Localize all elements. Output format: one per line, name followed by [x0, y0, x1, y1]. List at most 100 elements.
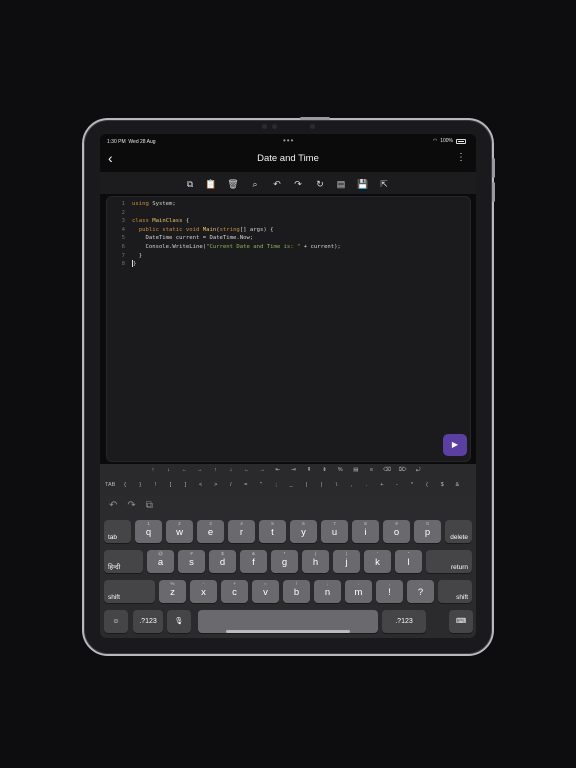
clipboard-icon[interactable]: ⧉ [146, 500, 153, 511]
key-e[interactable]: 3e [197, 520, 224, 543]
key-w[interactable]: 2w [166, 520, 193, 543]
symbol-key[interactable]: ← [242, 467, 252, 473]
home-indicator[interactable] [226, 630, 350, 633]
numbers-key[interactable]: .?123 [133, 610, 163, 633]
symbol-key[interactable]: } [135, 482, 145, 488]
symbol-key[interactable]: → [195, 467, 205, 473]
symbol-key[interactable]: ⇥ [288, 467, 298, 473]
key-symbol[interactable]: % z [159, 580, 186, 603]
multitask-dots[interactable]: ••• [283, 136, 294, 145]
key-q[interactable]: 1q [135, 520, 162, 543]
undo-icon[interactable]: ↶ [109, 500, 117, 511]
return-key[interactable]: return [426, 550, 472, 573]
key-symbol[interactable]: + c [221, 580, 248, 603]
key-f[interactable]: & f [240, 550, 267, 573]
hide-keyboard-key[interactable]: ⌨ [449, 610, 473, 633]
code-line[interactable]: 4 public static void Main(string[] args)… [113, 226, 341, 235]
key-h[interactable]: (h [302, 550, 329, 573]
run-button[interactable]: ▶ [443, 434, 467, 456]
key-symbol[interactable]: .? [407, 580, 434, 603]
symbol-key[interactable]: ( [422, 482, 432, 488]
key-symbol[interactable]: ; n [314, 580, 341, 603]
symbol-key[interactable]: TAB [105, 482, 115, 488]
numbers-key-right[interactable]: .?123 [382, 610, 426, 633]
delete-key[interactable]: delete [445, 520, 472, 543]
microphone-key[interactable]: 🎙 [167, 610, 191, 633]
symbol-key[interactable]: & [452, 482, 462, 488]
language-key[interactable]: हिन्दी [104, 550, 143, 573]
save-icon[interactable]: 💾 [357, 178, 369, 190]
symbol-key[interactable]: ≡ [366, 467, 376, 473]
format-icon[interactable]: ▤ [335, 178, 347, 190]
symbol-key[interactable]: | [301, 482, 311, 488]
symbol-key[interactable]: = [241, 482, 251, 488]
copy-icon[interactable]: ⧉ [184, 178, 196, 190]
delete-icon[interactable]: 🗑 [227, 178, 239, 190]
symbol-key[interactable]: → [257, 467, 267, 473]
key-k[interactable]: ' k [364, 550, 391, 573]
refresh-icon[interactable]: ↻ [314, 178, 326, 190]
symbol-key[interactable]: ⇞ [304, 467, 314, 473]
symbol-key[interactable]: ⌦ [398, 467, 408, 473]
key-symbol[interactable]: -x [190, 580, 217, 603]
symbol-key[interactable]: ] [181, 482, 191, 488]
key-i[interactable]: 8i [352, 520, 379, 543]
key-r[interactable]: 4r [228, 520, 255, 543]
symbol-key[interactable]: ← [179, 467, 189, 473]
symbol-key[interactable]: / [226, 482, 236, 488]
key-t[interactable]: 5t [259, 520, 286, 543]
undo-icon[interactable]: ↶ [271, 178, 283, 190]
symbol-key[interactable]: ⇤ [273, 467, 283, 473]
symbol-key[interactable]: ↑ [210, 467, 220, 473]
symbol-key[interactable]: ; [271, 482, 281, 488]
symbol-key[interactable]: . [362, 482, 372, 488]
symbol-key[interactable]: * [407, 482, 417, 488]
symbol-key[interactable]: $ [437, 482, 447, 488]
symbol-key[interactable]: < [196, 482, 206, 488]
symbol-key[interactable]: ⌫ [382, 467, 392, 473]
key-a[interactable]: @ a [147, 550, 174, 573]
symbol-key[interactable]: ⇟ [320, 467, 330, 473]
symbol-key[interactable]: _ [286, 482, 296, 488]
key-symbol[interactable]: / b [283, 580, 310, 603]
key-y[interactable]: 6y [290, 520, 317, 543]
key-o[interactable]: 9o [383, 520, 410, 543]
paste-icon[interactable]: 📋 [205, 178, 217, 190]
code-line[interactable]: 1 using System; [113, 200, 341, 209]
symbol-key[interactable]: | [316, 482, 326, 488]
code-line[interactable]: 2 [113, 209, 341, 218]
symbol-key[interactable]: { [120, 482, 130, 488]
key-s[interactable]: # s [178, 550, 205, 573]
symbol-key[interactable]: - [392, 482, 402, 488]
symbol-key[interactable]: ↑ [148, 467, 158, 473]
more-vertical-icon[interactable]: ⋮ [456, 152, 466, 163]
key-symbol[interactable]: :m [345, 580, 372, 603]
symbol-key[interactable]: ⤾ [413, 467, 423, 474]
key-symbol[interactable]: = v [252, 580, 279, 603]
code-line[interactable]: 8} [113, 260, 341, 269]
key-symbol[interactable]: ,! [376, 580, 403, 603]
symbol-key[interactable]: , [347, 482, 357, 488]
tab-key[interactable]: tab [104, 520, 131, 543]
symbol-key[interactable]: \ [332, 482, 342, 488]
shift-left-key[interactable]: shift [104, 580, 155, 603]
find-icon[interactable]: ⌕ [249, 178, 261, 190]
redo-icon[interactable]: ↷ [127, 500, 135, 511]
code-lines[interactable]: 1 using System; 2 3 class MainClass {4 publi… [113, 200, 341, 269]
code-editor[interactable]: 1 using System; 2 3 class MainClass {4 publi… [106, 196, 471, 462]
symbol-key[interactable]: ! [150, 482, 160, 488]
symbol-key[interactable]: + [377, 482, 387, 488]
symbol-key[interactable]: % [335, 467, 345, 473]
symbol-key[interactable]: [ [165, 482, 175, 488]
code-line[interactable]: 5 DateTime current = DateTime.Now; [113, 234, 341, 243]
code-line[interactable]: 6 Console.WriteLine("Current Date and Ti… [113, 243, 341, 252]
symbol-key[interactable]: > [211, 482, 221, 488]
code-line[interactable]: 7 } [113, 252, 341, 261]
symbol-key[interactable]: " [256, 482, 266, 488]
key-l[interactable]: " l [395, 550, 422, 573]
share-icon[interactable]: ⇱ [378, 178, 390, 190]
symbol-key[interactable]: ↓ [164, 467, 174, 473]
code-line[interactable]: 3 class MainClass { [113, 217, 341, 226]
key-d[interactable]: $ d [209, 550, 236, 573]
symbol-key[interactable]: ▤ [351, 467, 361, 473]
